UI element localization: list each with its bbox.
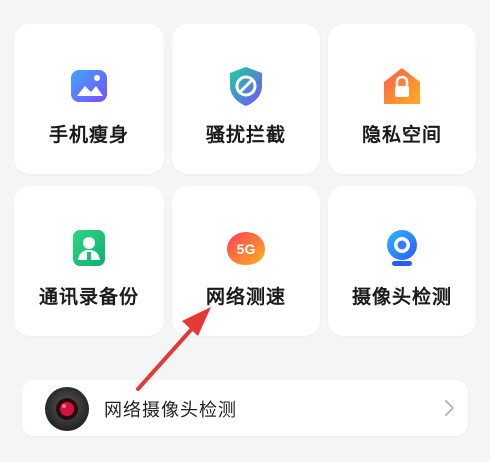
tool-tile-harass-block[interactable]: 骚扰拦截 — [172, 24, 320, 174]
tool-tile-network-speed[interactable]: 5G 网络测速 — [172, 186, 320, 336]
block-shield-icon — [230, 67, 262, 106]
tool-label: 骚扰拦截 — [205, 124, 286, 146]
tools-screen: 手机瘦身 骚扰拦截 隐私空间 通讯录备份 5G 网络测速 摄像头检测 网络摄像头… — [0, 0, 490, 462]
contacts-backup-icon — [73, 230, 105, 266]
camera-check-icon — [387, 230, 417, 266]
5g-speed-icon: 5G — [227, 232, 265, 265]
5g-badge-text: 5G — [237, 241, 256, 257]
tool-tile-contacts-backup[interactable]: 通讯录备份 — [14, 186, 164, 336]
tool-label: 隐私空间 — [361, 124, 442, 146]
tool-tile-phone-clean[interactable]: 手机瘦身 — [14, 24, 164, 174]
tool-label: 网络测速 — [205, 286, 286, 308]
tool-tile-camera-check[interactable]: 摄像头检测 — [328, 186, 476, 336]
tool-label: 通讯录备份 — [38, 286, 139, 308]
privacy-lock-icon — [384, 68, 420, 104]
tool-tile-privacy-space[interactable]: 隐私空间 — [328, 24, 476, 174]
webcam-icon — [45, 387, 89, 431]
phone-clean-icon — [71, 70, 107, 102]
tool-label: 摄像头检测 — [351, 286, 452, 308]
network-camera-detect-item[interactable]: 网络摄像头检测 — [22, 380, 468, 436]
chevron-right-icon — [445, 400, 454, 416]
item-label: 网络摄像头检测 — [104, 400, 237, 421]
tool-label: 手机瘦身 — [48, 124, 129, 146]
